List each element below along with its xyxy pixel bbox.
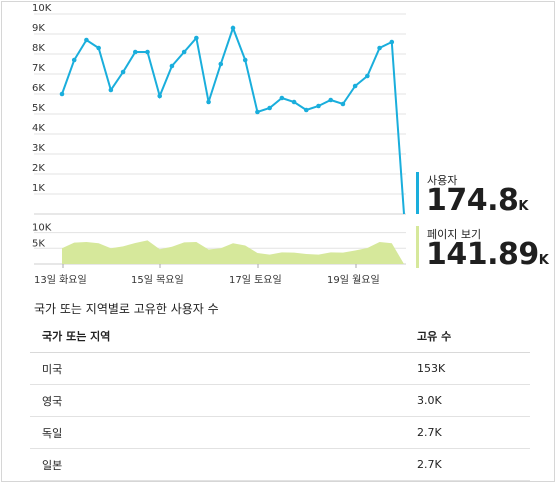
y-tick-label: 4K — [32, 123, 45, 134]
users-data-point — [132, 49, 138, 55]
kpi-users-color-bar — [416, 172, 419, 214]
users-data-point — [169, 63, 175, 69]
x-tick-label: 13일 화요일 — [34, 274, 87, 286]
users-data-point — [84, 37, 89, 43]
pageviews-area — [62, 240, 404, 264]
users-data-point — [316, 103, 321, 109]
region-cell: 영국 — [30, 384, 407, 417]
table-title: 국가 또는 지역별로 고유한 사용자 수 — [34, 302, 219, 316]
users-data-point — [181, 49, 187, 55]
kpi-pageviews-color-bar — [416, 226, 419, 268]
table-row[interactable]: 미국 153K — [30, 352, 530, 385]
count-cell: 2.7K — [407, 416, 530, 449]
region-cell: 일본 — [30, 448, 407, 481]
users-data-point — [377, 45, 382, 51]
users-data-point — [145, 49, 150, 55]
users-data-point — [218, 61, 224, 67]
y-tick-label: 6K — [32, 83, 45, 94]
kpi-pageviews-value: 141.89K — [426, 237, 549, 272]
kpi-users-unit: K — [518, 199, 528, 214]
users-data-point — [255, 109, 260, 115]
users-data-point — [389, 39, 395, 45]
y-tick-label: 10K — [32, 3, 52, 14]
count-cell: 3.0K — [407, 384, 530, 417]
users-data-point — [352, 83, 358, 89]
users-data-point — [96, 45, 101, 51]
table-row[interactable]: 독일 2.7K — [30, 416, 530, 449]
y-tick-label: 7K — [32, 63, 45, 74]
users-data-point — [230, 25, 236, 31]
y-tick-label: 5K — [32, 103, 45, 114]
y-tick-label: 2K — [32, 163, 45, 174]
column-header-region[interactable]: 국가 또는 지역 — [30, 320, 407, 353]
y-tick-label: 10K — [32, 223, 52, 234]
x-tick-label: 19일 월요일 — [327, 274, 380, 286]
users-data-point — [291, 99, 297, 105]
y-tick-label: 3K — [32, 143, 45, 154]
x-tick-label: 15일 목요일 — [131, 274, 184, 286]
y-tick-label: 8K — [32, 43, 45, 54]
users-data-point — [206, 99, 211, 105]
users-data-point — [108, 87, 114, 93]
table-header-row: 국가 또는 지역 고유 수 — [30, 320, 530, 353]
y-tick-label: 9K — [32, 23, 45, 34]
users-data-point — [157, 93, 163, 99]
region-cell: 미국 — [30, 352, 407, 385]
count-cell: 2.7K — [407, 448, 530, 481]
column-header-count[interactable]: 고유 수 — [407, 320, 530, 353]
users-data-point — [59, 91, 65, 97]
x-tick-label: 17일 토요일 — [229, 274, 282, 286]
users-data-point — [71, 57, 77, 63]
users-data-point — [303, 107, 309, 113]
y-tick-label: 5K — [32, 238, 45, 249]
users-data-point — [328, 97, 334, 103]
users-data-point — [340, 101, 346, 107]
table-row[interactable]: 일본 2.7K — [30, 448, 530, 481]
count-cell: 153K — [407, 352, 530, 385]
table-row[interactable]: 영국 3.0K — [30, 384, 530, 417]
users-data-point — [120, 69, 126, 75]
users-data-point — [365, 73, 370, 79]
users-data-point — [194, 35, 199, 41]
kpi-pageviews-unit: K — [538, 253, 549, 268]
y-tick-label: 1K — [32, 183, 45, 194]
region-table: 국가 또는 지역 고유 수 미국 153K 영국 3.0K 독일 2.7K 일본… — [30, 320, 530, 481]
users-series-line — [61, 25, 405, 215]
users-data-point — [267, 105, 272, 111]
users-data-point — [279, 95, 285, 101]
users-data-point — [242, 57, 248, 63]
region-cell: 독일 — [30, 416, 407, 449]
kpi-users-value: 174.8K — [426, 183, 528, 218]
